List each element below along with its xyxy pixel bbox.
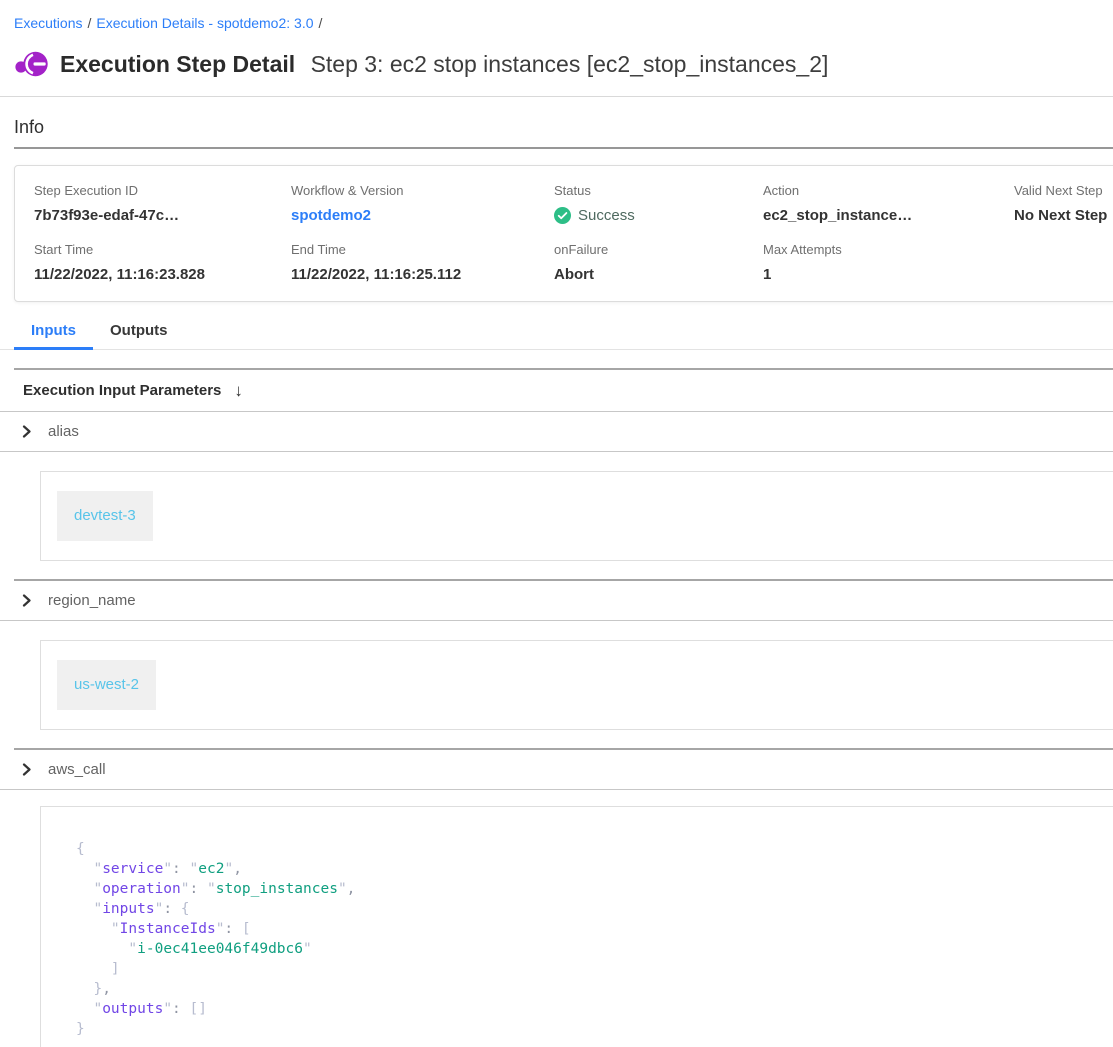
field-max-attempts: Max Attempts 1 xyxy=(763,242,1014,283)
field-value: Abort xyxy=(554,266,763,283)
parameters-header-label: Execution Input Parameters xyxy=(23,382,221,399)
status-text: Success xyxy=(578,207,635,224)
divider xyxy=(0,96,1113,97)
param-row-alias[interactable]: alias xyxy=(0,412,1113,452)
field-value: 11/22/2022, 11:16:25.112 xyxy=(291,266,554,283)
breadcrumb-link-executions[interactable]: Executions xyxy=(14,15,82,31)
chevron-right-icon xyxy=(20,594,33,607)
page-header: Execution Step Detail Step 3: ec2 stop i… xyxy=(14,47,1113,81)
page-title-main: Execution Step Detail xyxy=(60,51,295,77)
field-value: ec2_stop_instance… xyxy=(763,207,1014,224)
field-action: Action ec2_stop_instance… xyxy=(763,183,1014,225)
workflow-brand-icon xyxy=(14,47,50,81)
field-value: 7b73f93e-edaf-47c… xyxy=(34,207,291,224)
divider xyxy=(14,147,1113,149)
field-value: No Next Step xyxy=(1014,207,1113,224)
param-value-chip: us-west-2 xyxy=(57,660,156,710)
field-label: Action xyxy=(763,183,1014,198)
field-label: End Time xyxy=(291,242,554,257)
workflow-link[interactable]: spotdemo2 xyxy=(291,207,371,224)
field-label: Status xyxy=(554,183,763,198)
json-code-block: { "service": "ec2", "operation": "stop_i… xyxy=(76,839,1113,1039)
field-step-execution-id: Step Execution ID 7b73f93e-edaf-47c… xyxy=(34,183,291,225)
breadcrumb-separator: / xyxy=(87,15,91,31)
field-valid-next-step: Valid Next Step No Next Step xyxy=(1014,183,1113,225)
tab-inputs[interactable]: Inputs xyxy=(14,322,93,350)
param-name: region_name xyxy=(48,592,136,609)
field-label: Valid Next Step xyxy=(1014,183,1113,198)
breadcrumb: Executions / Execution Details - spotdemo2… xyxy=(14,15,1113,31)
param-value-panel-aws-call: { "service": "ec2", "operation": "stop_i… xyxy=(40,806,1113,1047)
execution-input-parameters-header: Execution Input Parameters ↓ xyxy=(0,370,1113,412)
field-value: 11/22/2022, 11:16:23.828 xyxy=(34,266,291,283)
field-start-time: Start Time 11/22/2022, 11:16:23.828 xyxy=(34,242,291,283)
field-label: Workflow & Version xyxy=(291,183,554,198)
breadcrumb-separator: / xyxy=(319,15,323,31)
info-section-title: Info xyxy=(14,117,1113,138)
field-label: onFailure xyxy=(554,242,763,257)
param-name: alias xyxy=(48,423,79,440)
breadcrumb-link-execution-details[interactable]: Execution Details - spotdemo2: 3.0 xyxy=(96,15,313,31)
field-label: Max Attempts xyxy=(763,242,1014,257)
chevron-right-icon xyxy=(20,763,33,776)
field-end-time: End Time 11/22/2022, 11:16:25.112 xyxy=(291,242,554,283)
page-title: Execution Step Detail Step 3: ec2 stop i… xyxy=(60,51,828,78)
tab-outputs[interactable]: Outputs xyxy=(93,322,185,350)
param-value-panel-region-name: us-west-2 xyxy=(40,640,1113,730)
execution-step-detail-page: Executions / Execution Details - spotdemo2… xyxy=(0,0,1113,1047)
success-check-icon xyxy=(554,207,571,224)
page-title-step: Step 3: ec2 stop instances [ec2_stop_ins… xyxy=(311,51,829,77)
param-value-panel-alias: devtest-3 xyxy=(40,471,1113,561)
param-row-aws-call[interactable]: aws_call xyxy=(0,750,1113,790)
field-label: Start Time xyxy=(34,242,291,257)
chevron-right-icon xyxy=(20,425,33,438)
field-workflow-version: Workflow & Version spotdemo2 xyxy=(291,183,554,225)
status-badge: Success xyxy=(554,207,763,224)
param-value-chip: devtest-3 xyxy=(57,491,153,541)
field-label: Step Execution ID xyxy=(34,183,291,198)
field-status: Status Success xyxy=(554,183,763,225)
tab-bar: Inputs Outputs xyxy=(0,322,1113,350)
sort-descending-icon[interactable]: ↓ xyxy=(234,381,243,401)
step-info-card: Step Execution ID 7b73f93e-edaf-47c… Wor… xyxy=(14,165,1113,302)
field-value: 1 xyxy=(763,266,1014,283)
param-name: aws_call xyxy=(48,761,106,778)
param-row-region-name[interactable]: region_name xyxy=(0,581,1113,621)
field-onfailure: onFailure Abort xyxy=(554,242,763,283)
